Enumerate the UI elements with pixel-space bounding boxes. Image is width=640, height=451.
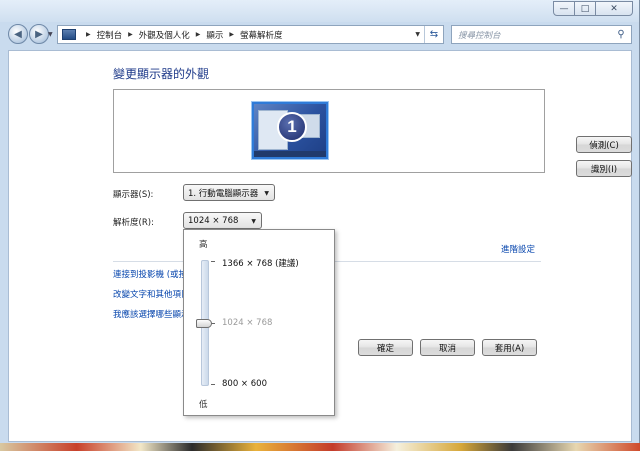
close-button[interactable]: ✕: [595, 1, 633, 16]
breadcrumb-screen-resolution[interactable]: 螢幕解析度: [240, 29, 283, 41]
slider-tick: [211, 261, 215, 262]
resolution-select[interactable]: 1024 × 768 ▼: [183, 212, 262, 229]
recent-pages-dropdown-icon[interactable]: ▼: [48, 31, 53, 38]
breadcrumb-display[interactable]: 顯示: [206, 29, 223, 41]
caption-buttons: — □ ✕: [553, 1, 633, 16]
chevron-right-icon[interactable]: ▶: [128, 31, 133, 38]
monitor-1[interactable]: 1: [252, 102, 328, 159]
ok-button[interactable]: 確定: [358, 339, 413, 356]
display-select[interactable]: 1. 行動電腦顯示器 ▼: [183, 184, 275, 201]
chevron-down-icon: ▼: [264, 190, 269, 197]
taskbar-thumbnail: [254, 151, 326, 157]
control-panel-icon: [62, 29, 76, 40]
chevron-right-icon[interactable]: ▶: [86, 31, 91, 38]
advanced-settings-link[interactable]: 進階設定: [501, 243, 535, 255]
chevron-right-icon[interactable]: ▶: [196, 31, 201, 38]
back-button[interactable]: ◀: [8, 24, 28, 44]
address-dropdown-icon[interactable]: ▼: [415, 31, 420, 38]
display-select-value: 1. 行動電腦顯示器: [188, 188, 259, 199]
title-bar[interactable]: — □ ✕: [0, 0, 639, 22]
refresh-icon: ⇆: [429, 29, 439, 40]
navigation-bar: ◀ ▶ ▼ ▶ 控制台 ▶ 外觀及個人化 ▶ 顯示 ▶ 螢幕解析度 ▼ ⇆ 搜尋…: [0, 22, 639, 48]
display-label: 顯示器(S):: [113, 190, 154, 200]
page-title: 變更顯示器的外觀: [113, 67, 210, 81]
resolution-slider-thumb[interactable]: [196, 319, 212, 328]
resolution-option-1366[interactable]: 1366 × 768 (建議): [222, 257, 299, 269]
search-icon[interactable]: ⚲: [611, 29, 631, 40]
text-size-link[interactable]: 改變文字和其他項目: [113, 288, 185, 300]
desktop-background: [0, 443, 640, 451]
chevron-down-icon: ▼: [251, 218, 256, 225]
search-input[interactable]: 搜尋控制台: [452, 29, 611, 41]
breadcrumb-control-panel[interactable]: 控制台: [97, 29, 123, 41]
high-label: 高: [199, 240, 208, 250]
detect-button[interactable]: 偵測(C): [576, 136, 632, 153]
address-bar[interactable]: ▶ 控制台 ▶ 外觀及個人化 ▶ 顯示 ▶ 螢幕解析度 ▼ ⇆: [57, 25, 444, 44]
resolution-dropdown-popup: 高 1366 × 768 (建議) 1024 × 768 800 × 600 低: [183, 229, 335, 416]
search-box[interactable]: 搜尋控制台 ⚲: [451, 25, 632, 44]
back-arrow-icon: ◀: [14, 28, 22, 40]
slider-tick: [211, 384, 215, 385]
apply-button[interactable]: 套用(A): [482, 339, 537, 356]
resolution-select-value: 1024 × 768: [188, 215, 239, 226]
forward-button[interactable]: ▶: [29, 24, 49, 44]
forward-arrow-icon: ▶: [35, 28, 43, 40]
which-settings-link[interactable]: 我應該選擇哪些顯示: [113, 308, 185, 320]
screen-resolution-window: — □ ✕ ◀ ▶ ▼ ▶ 控制台 ▶ 外觀及個人化 ▶ 顯示 ▶ 螢幕解析度 …: [0, 0, 640, 443]
breadcrumb-appearance[interactable]: 外觀及個人化: [139, 29, 190, 41]
cancel-button[interactable]: 取消: [420, 339, 475, 356]
resolution-label: 解析度(R):: [113, 218, 154, 228]
low-label: 低: [199, 400, 208, 410]
refresh-button[interactable]: ⇆: [424, 26, 443, 43]
chevron-right-icon[interactable]: ▶: [229, 31, 234, 38]
connect-projector-link[interactable]: 連接到投影機 (或按: [113, 268, 185, 280]
minimize-button[interactable]: —: [553, 1, 575, 16]
maximize-button[interactable]: □: [574, 1, 596, 16]
display-preview: 1 偵測(C) 識別(I): [113, 89, 632, 177]
resolution-option-800[interactable]: 800 × 600: [222, 379, 267, 389]
monitor-number-badge: 1: [277, 112, 307, 142]
resolution-option-1024[interactable]: 1024 × 768: [222, 318, 272, 328]
identify-button[interactable]: 識別(I): [576, 160, 632, 177]
